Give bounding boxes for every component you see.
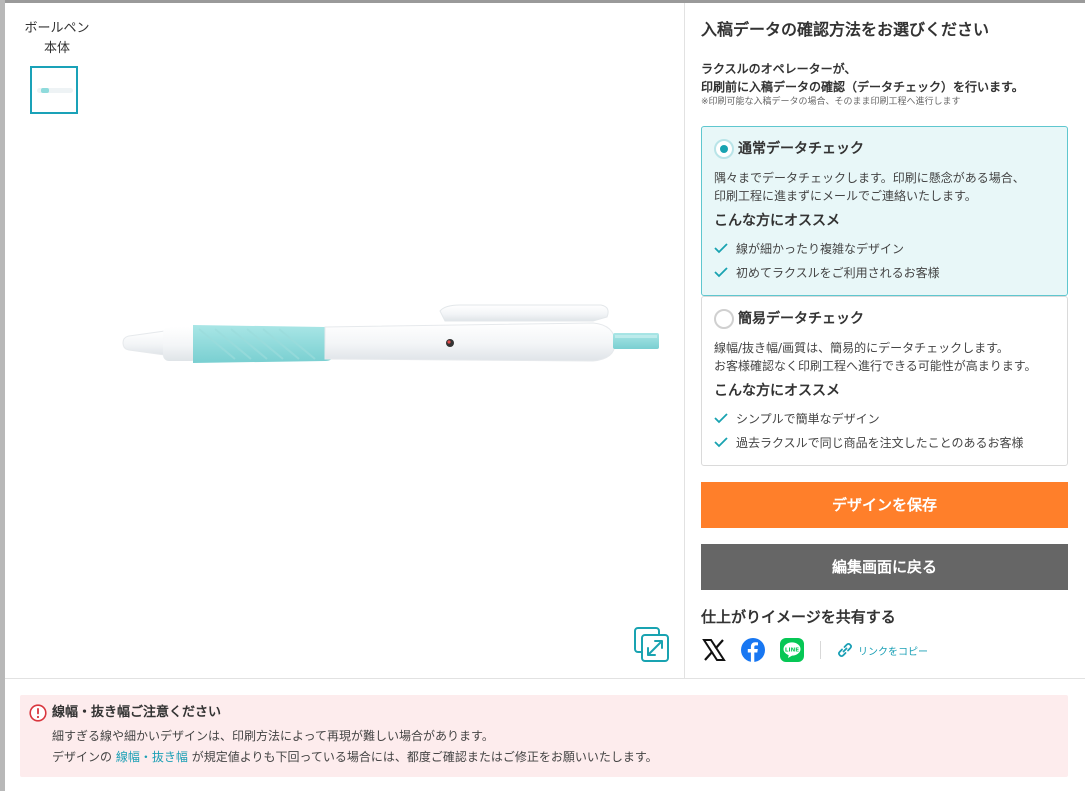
- option-title: 簡易データチェック: [738, 311, 864, 327]
- line-width-link[interactable]: 線幅・抜き幅: [116, 750, 188, 764]
- option-description: 隅々までデータチェックします。印刷に懸念がある場合、 印刷工程に進まずにメールで…: [714, 169, 1025, 205]
- copy-link-label: リンクをコピー: [858, 646, 928, 658]
- warning-title: 線幅・抜き幅ご注意ください: [52, 705, 222, 720]
- option-description-line1: 線幅/抜き幅/画質は、簡易的にデータチェックします。: [714, 341, 1009, 355]
- preview-panel: ボールペン本体: [5, 3, 684, 678]
- radio-standard-check[interactable]: [714, 139, 734, 159]
- recommend-item: 初めてラクスルをご利用されるお客様: [714, 264, 940, 282]
- thumbnail-grip-shape: [41, 88, 49, 93]
- recommend-item: 線が細かったり複雑なデザイン: [714, 240, 904, 258]
- warning-text-line1: 細すぎる線や細かいデザインは、印刷方法によって再現が難しい場合があります。: [52, 729, 494, 743]
- expand-icon[interactable]: [633, 626, 671, 664]
- panel-description: ラクスルのオペレーターが、 印刷前に入稿データの確認（データチェック）を行います…: [701, 60, 1024, 96]
- check-icon: [714, 243, 728, 254]
- thumbnail-pen-body[interactable]: [30, 66, 78, 114]
- recommend-item-text: 線が細かったり複雑なデザイン: [736, 242, 905, 256]
- recommend-item-text: 過去ラクスルで同じ商品を注文したことのあるお客様: [736, 436, 1024, 450]
- option-description: 線幅/抜き幅/画質は、簡易的にデータチェックします。 お客様確認なく印刷工程へ進…: [714, 339, 1037, 375]
- link-icon: [838, 643, 852, 657]
- share-separator: [820, 641, 821, 659]
- recommend-item-text: シンプルで簡単なデザイン: [736, 412, 880, 426]
- panel-description-line1: ラクスルのオペレーターが、: [701, 62, 857, 76]
- option-description-line2: 印刷工程に進まずにメールでご連絡いたします。: [714, 189, 977, 203]
- panel-title: 入稿データの確認方法をお選びください: [701, 20, 990, 39]
- recommend-title: こんな方にオススメ: [714, 383, 840, 399]
- recommend-item: 過去ラクスルで同じ商品を注文したことのあるお客様: [714, 434, 1024, 452]
- check-method-panel: 入稿データの確認方法をお選びください ラクスルのオペレーターが、 印刷前に入稿デ…: [685, 3, 1085, 678]
- pen-preview-image: [115, 299, 663, 369]
- radio-simple-check[interactable]: [714, 309, 734, 329]
- line-icon[interactable]: LINE: [779, 637, 805, 663]
- x-logo-icon[interactable]: [701, 637, 727, 663]
- panel-note: ※印刷可能な入稿データの場合、そのまま印刷工程へ進行します: [701, 97, 961, 107]
- copy-link-button[interactable]: リンクをコピー: [836, 641, 928, 659]
- save-design-button[interactable]: デザインを保存: [701, 482, 1068, 528]
- warning-banner: 線幅・抜き幅ご注意ください 細すぎる線や細かいデザインは、印刷方法によって再現が…: [20, 695, 1068, 777]
- option-description-line2: お客様確認なく印刷工程へ進行できる可能性が高まります。: [714, 359, 1037, 373]
- panel-description-line2: 印刷前に入稿データの確認（データチェック）を行います。: [701, 80, 1024, 94]
- check-icon: [714, 437, 728, 448]
- option-title: 通常データチェック: [738, 141, 864, 157]
- check-icon: [714, 413, 728, 424]
- svg-text:LINE: LINE: [785, 648, 799, 654]
- facebook-icon[interactable]: [740, 637, 766, 663]
- warning-text-prefix: デザインの: [52, 750, 113, 764]
- recommend-item: シンプルで簡単なデザイン: [714, 410, 880, 428]
- footer-divider: [5, 678, 1085, 679]
- option-simple-check[interactable]: 簡易データチェック 線幅/抜き幅/画質は、簡易的にデータチェックします。 お客様…: [701, 296, 1068, 466]
- check-icon: [714, 267, 728, 278]
- thumbnail-label: ボールペン本体: [24, 21, 90, 56]
- recommend-item-text: 初めてラクスルをご利用されるお客様: [736, 266, 940, 280]
- warning-text-line2: デザインの 線幅・抜き幅 が規定値よりも下回っている場合には、都度ご確認またはご…: [52, 748, 658, 766]
- option-standard-check[interactable]: 通常データチェック 隅々までデータチェックします。印刷に懸念がある場合、 印刷工…: [701, 126, 1068, 296]
- warning-text-suffix: が規定値よりも下回っている場合には、都度ご確認またはご修正をお願いいたします。: [191, 750, 658, 764]
- back-to-editor-button[interactable]: 編集画面に戻る: [701, 544, 1068, 590]
- exclamation-circle-icon: [29, 704, 47, 722]
- recommend-title: こんな方にオススメ: [714, 213, 840, 229]
- option-description-line1: 隅々までデータチェックします。印刷に懸念がある場合、: [714, 171, 1025, 185]
- share-title: 仕上がりイメージを共有する: [701, 608, 896, 626]
